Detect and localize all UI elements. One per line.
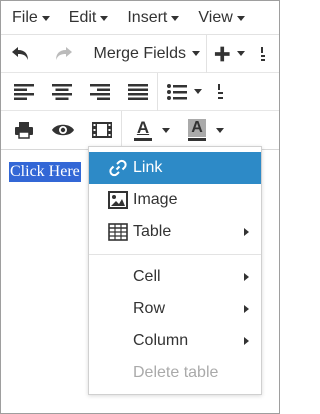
redo-button[interactable] (48, 38, 78, 70)
ctx-table-label: Table (133, 223, 172, 240)
undo-icon (12, 46, 28, 60)
toolbar-separator (121, 111, 122, 149)
menu-insert-label: Insert (127, 8, 168, 26)
chevron-right-icon (244, 273, 249, 281)
ctx-cell-label: Cell (133, 268, 161, 285)
print-icon (15, 122, 33, 139)
ctx-image-label: Image (133, 191, 178, 208)
toolbar-row-2 (1, 72, 279, 111)
chevron-down-icon (171, 16, 180, 21)
align-right-icon (90, 83, 110, 100)
chevron-down-icon (192, 51, 201, 56)
menu-edit-label: Edit (68, 8, 97, 26)
ctx-item-cell[interactable]: Cell (89, 261, 261, 293)
chevron-right-icon (244, 228, 249, 236)
table-icon-wrapper (89, 223, 133, 241)
background-color-button[interactable]: A (184, 114, 228, 146)
toolbar-separator (157, 72, 158, 111)
chevron-down-icon (237, 51, 245, 56)
undo-button[interactable] (6, 38, 36, 70)
chevron-down-icon (194, 89, 202, 94)
menu-insert[interactable]: Insert (116, 1, 187, 35)
numbered-list-button[interactable] (206, 76, 236, 108)
ctx-item-image[interactable]: Image (89, 184, 261, 216)
text-color-icon: A (134, 117, 152, 141)
numbered-list-icon (218, 83, 223, 99)
text-color-letter: A (136, 117, 150, 137)
bullet-list-icon (167, 83, 187, 100)
table-icon (108, 223, 128, 241)
menubar: File Edit Insert View (1, 1, 279, 35)
ctx-item-row[interactable]: Row (89, 293, 261, 325)
selected-link-text[interactable]: Click Here (9, 162, 81, 182)
redo-icon (56, 46, 72, 60)
merge-fields-label: Merge Fields (93, 44, 187, 62)
editor-content[interactable]: Click Here Link Image Table Cell Row Col… (1, 146, 279, 410)
ctx-item-delete-table: Delete table (89, 357, 261, 389)
media-button[interactable] (87, 114, 117, 146)
chevron-right-icon (244, 305, 249, 313)
toolbar-row-3: A A (1, 111, 279, 149)
align-justify-button[interactable] (123, 76, 153, 108)
menu-view-label: View (198, 8, 233, 26)
toolbar: Merge Fields A A (1, 34, 279, 150)
chevron-down-icon (100, 16, 109, 21)
context-menu: Link Image Table Cell Row Column Delete … (88, 146, 262, 395)
ctx-item-table[interactable]: Table (89, 216, 261, 248)
more-button[interactable] (249, 38, 279, 70)
align-left-icon (14, 83, 34, 100)
text-color-button[interactable]: A (130, 114, 174, 146)
insert-button[interactable] (210, 38, 249, 70)
ctx-divider (89, 254, 261, 255)
film-icon (92, 122, 112, 138)
chevron-down-icon (216, 127, 224, 133)
chevron-down-icon (236, 16, 245, 21)
menu-file[interactable]: File (1, 1, 58, 35)
ctx-delete-table-label: Delete table (133, 364, 219, 381)
chevron-down-icon (162, 127, 170, 133)
ctx-item-column[interactable]: Column (89, 325, 261, 357)
chevron-right-icon (244, 337, 249, 345)
align-right-button[interactable] (85, 76, 115, 108)
menu-file-label: File (12, 8, 38, 26)
numbered-list-icon (261, 46, 265, 61)
link-icon (109, 159, 127, 177)
ctx-link-label: Link (133, 159, 163, 176)
toolbar-separator (205, 34, 207, 73)
align-center-icon (52, 83, 72, 100)
bullet-list-button[interactable] (162, 76, 206, 108)
chevron-down-icon (41, 16, 50, 21)
ctx-item-link[interactable]: Link (89, 152, 261, 184)
image-icon-wrapper (89, 191, 133, 209)
ctx-column-label: Column (133, 332, 189, 349)
link-icon-wrapper (89, 158, 133, 178)
editor-window: File Edit Insert View Merge Fields A A C… (0, 0, 280, 414)
eye-icon (52, 124, 74, 136)
image-icon (108, 191, 128, 209)
background-color-icon: A (188, 119, 206, 141)
align-center-button[interactable] (47, 76, 77, 108)
toolbar-row-1: Merge Fields (1, 34, 279, 73)
preview-button[interactable] (47, 114, 79, 146)
menu-view[interactable]: View (187, 1, 252, 35)
align-left-button[interactable] (9, 76, 39, 108)
align-justify-icon (128, 83, 148, 100)
menu-edit[interactable]: Edit (58, 1, 117, 35)
ctx-row-label: Row (133, 300, 166, 317)
plus-icon (215, 46, 231, 61)
print-button[interactable] (9, 114, 39, 146)
merge-fields-dropdown[interactable]: Merge Fields (92, 38, 202, 70)
bg-color-letter: A (188, 119, 206, 137)
